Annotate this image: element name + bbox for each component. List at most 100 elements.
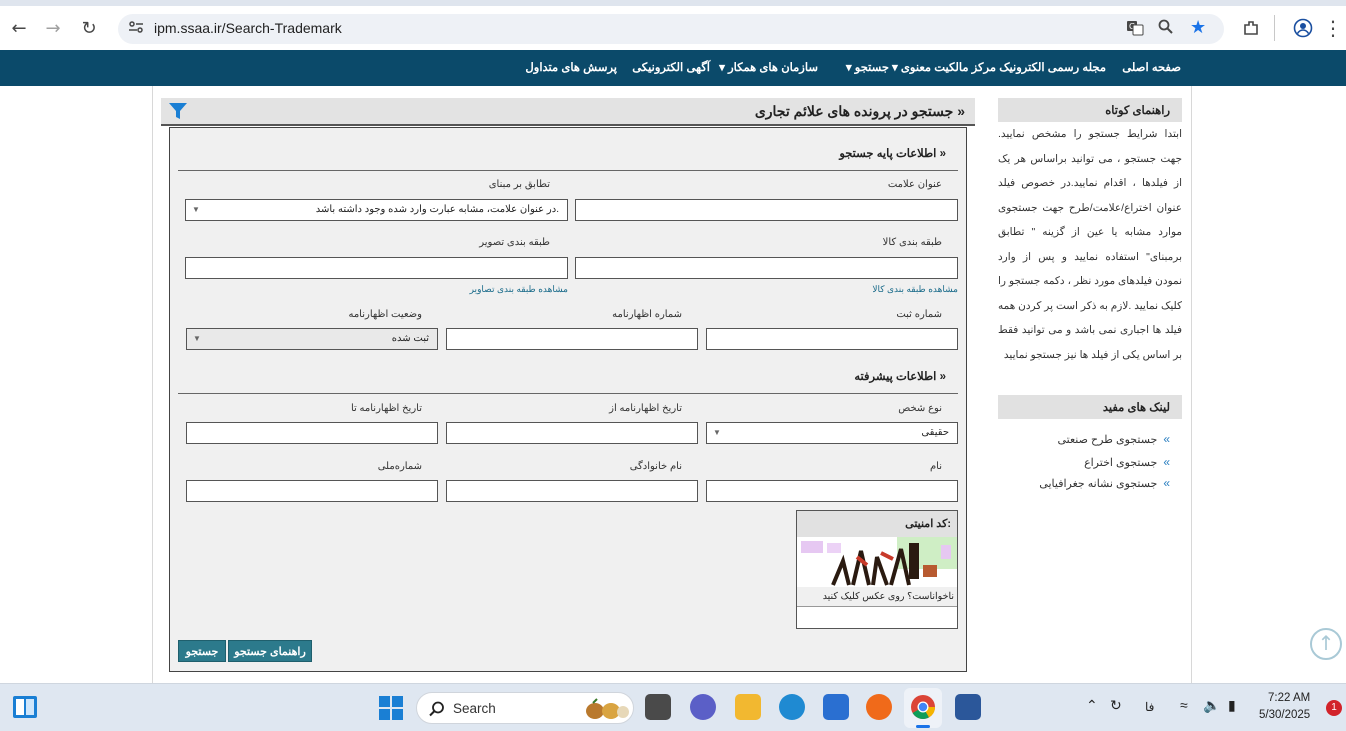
goods-class-label: طبقه بندی کالا xyxy=(882,237,942,248)
first-name-input[interactable] xyxy=(706,480,958,502)
first-name-label: نام xyxy=(929,461,942,472)
taskbar-search-placeholder: Search xyxy=(453,701,496,716)
double-chevron-icon: » xyxy=(1163,455,1170,469)
last-name-label: نام خانوادگی xyxy=(629,461,682,472)
basic-section-title: اطلاعات پایه جستجو » xyxy=(839,148,946,160)
clock-time[interactable]: 7:22 AM xyxy=(1268,692,1310,704)
decl-date-to-input[interactable] xyxy=(186,422,438,444)
chrome-icon xyxy=(910,694,936,724)
decl-number-label: شماره اظهارنامه xyxy=(612,309,682,320)
taskbar-search-box[interactable]: Search xyxy=(416,692,634,724)
forward-arrow-icon[interactable]: → xyxy=(38,13,68,43)
firefox-icon[interactable] xyxy=(866,694,892,720)
search-icon xyxy=(429,701,445,721)
link-industrial-design-search[interactable]: »جستجوی طرح صنعتی xyxy=(1057,432,1170,446)
active-app-indicator xyxy=(916,725,930,728)
search-highlight-icon xyxy=(583,697,631,725)
notification-badge[interactable]: 1 xyxy=(1326,700,1342,716)
match-basis-label: تطابق بر مبنای xyxy=(488,179,550,190)
teams-icon[interactable] xyxy=(690,694,716,720)
bookmark-star-icon[interactable]: ★ xyxy=(1190,17,1206,38)
mark-title-label: عنوان علامت xyxy=(887,179,942,190)
word-icon[interactable] xyxy=(955,694,981,720)
nav-item-search[interactable]: ▾ جستجو xyxy=(846,60,889,74)
file-explorer-icon[interactable] xyxy=(735,694,761,720)
page-title: جستجو در پرونده های علائم تجاری » xyxy=(754,103,965,119)
links-box-header: لینک های مفید xyxy=(998,395,1182,419)
browser-toolbar: ← → ↻ ipm.ssaa.ir/Search-Trademark G ★ ⋮ xyxy=(0,6,1346,50)
store-icon[interactable] xyxy=(823,694,849,720)
help-box-header: راهنمای کوتاه xyxy=(998,98,1182,122)
tray-overflow-chevron-icon[interactable]: ⌃ xyxy=(1086,697,1098,714)
view-goods-class-link[interactable]: مشاهده طبقه بندی کالا xyxy=(872,284,958,295)
chevron-down-icon: ▾ xyxy=(845,62,855,74)
person-type-label: نوع شخص xyxy=(898,403,942,414)
windows-start-icon[interactable] xyxy=(379,696,403,724)
link-geo-indication-search[interactable]: »جستجوی نشانه جغرافیایی xyxy=(1039,476,1170,490)
sync-icon[interactable]: ↻ xyxy=(1110,697,1122,714)
scroll-top-icon[interactable]: ↑ xyxy=(1310,628,1342,660)
search-button[interactable]: جستجو xyxy=(178,640,226,662)
decl-status-select[interactable]: ثبت شده ▼ xyxy=(186,328,438,350)
decl-status-label: وضعیت اظهارنامه xyxy=(348,309,422,320)
edge-icon[interactable] xyxy=(779,694,805,720)
national-id-input[interactable] xyxy=(186,480,438,502)
section-divider xyxy=(178,170,958,171)
clock-date[interactable]: 5/30/2025 xyxy=(1259,709,1310,721)
captcha-box: کد امنیتی: ناخواناست؟ روی عکس کلیک کنید xyxy=(796,510,958,629)
toolbar-divider xyxy=(1274,15,1275,41)
captcha-header: کد امنیتی: xyxy=(797,511,957,537)
double-chevron-icon: » xyxy=(1163,432,1170,446)
site-nav-bar: صفحه اصلی ▾ مجله رسمی الکترونیک مرکز مال… xyxy=(0,50,1346,86)
link-patent-search[interactable]: »جستجوی اختراع xyxy=(1084,455,1170,469)
national-id-label: شماره‌ملی xyxy=(377,461,422,472)
image-class-input[interactable] xyxy=(185,257,568,279)
profile-icon[interactable] xyxy=(1288,13,1318,43)
wifi-icon[interactable]: ≈ xyxy=(1180,697,1188,713)
nav-item-partners[interactable]: ▾ سازمان های همکار xyxy=(719,60,818,74)
caret-down-icon: ▼ xyxy=(713,428,721,437)
captcha-image[interactable] xyxy=(797,537,957,587)
taskbar: Search ⌃ ↻ فا ≈ 🔈 ▮ 7:22 AM 5/30/2025 1 xyxy=(0,683,1346,731)
url-text: ipm.ssaa.ir/Search-Trademark xyxy=(154,20,342,36)
reload-icon[interactable]: ↻ xyxy=(74,13,104,43)
person-type-select[interactable]: حقیقی ▼ xyxy=(706,422,958,444)
chevron-down-icon: ▾ xyxy=(891,62,901,74)
caret-down-icon: ▼ xyxy=(192,205,200,214)
extensions-icon[interactable] xyxy=(1236,13,1266,43)
volume-icon[interactable]: 🔈 xyxy=(1203,697,1220,714)
translate-icon[interactable]: G xyxy=(1126,19,1144,41)
captcha-title: کد امنیتی: xyxy=(905,518,951,530)
site-info-icon[interactable] xyxy=(128,19,144,39)
back-arrow-icon[interactable]: ← xyxy=(4,13,34,43)
filter-icon[interactable] xyxy=(169,103,187,123)
double-chevron-icon: » xyxy=(939,371,946,383)
browser-menu-icon[interactable]: ⋮ xyxy=(1318,13,1346,43)
nav-item-electronic-ads[interactable]: آگهی الکترونیکی xyxy=(632,60,710,74)
nav-item-journal[interactable]: ▾ مجله رسمی الکترونیک مرکز مالکیت معنوی xyxy=(892,60,1106,74)
zoom-icon[interactable] xyxy=(1158,19,1174,39)
chrome-taskbar-slot[interactable] xyxy=(904,688,942,728)
input-language[interactable]: فا xyxy=(1145,700,1154,714)
panel-header: جستجو در پرونده های علائم تجاری » xyxy=(161,98,975,126)
last-name-input[interactable] xyxy=(446,480,698,502)
decl-date-to-label: تاریخ اظهارنامه تا xyxy=(350,403,422,414)
double-chevron-icon: » xyxy=(939,148,946,160)
nav-item-home[interactable]: صفحه اصلی xyxy=(1122,60,1181,74)
search-help-button[interactable]: راهنمای جستجو xyxy=(228,640,312,662)
mark-title-input[interactable] xyxy=(575,199,958,221)
battery-icon[interactable]: ▮ xyxy=(1228,697,1236,714)
decl-date-from-input[interactable] xyxy=(446,422,698,444)
view-image-class-link[interactable]: مشاهده طبقه بندی تصاویر xyxy=(470,284,568,295)
address-bar[interactable]: ipm.ssaa.ir/Search-Trademark G ★ xyxy=(118,14,1224,44)
task-view-icon[interactable] xyxy=(645,694,671,720)
nav-item-faq[interactable]: پرسش های متداول xyxy=(525,60,617,74)
goods-class-input[interactable] xyxy=(575,257,958,279)
captcha-input[interactable] xyxy=(797,608,957,628)
decl-number-input[interactable] xyxy=(446,328,698,350)
widgets-icon[interactable] xyxy=(12,695,38,723)
match-basis-select[interactable]: در عنوان علامت، مشابه عبارت وارد شده وجو… xyxy=(185,199,568,221)
reg-number-input[interactable] xyxy=(706,328,958,350)
image-class-label: طبقه بندی تصویر xyxy=(479,237,550,248)
captcha-hint[interactable]: ناخواناست؟ روی عکس کلیک کنید xyxy=(797,587,957,607)
